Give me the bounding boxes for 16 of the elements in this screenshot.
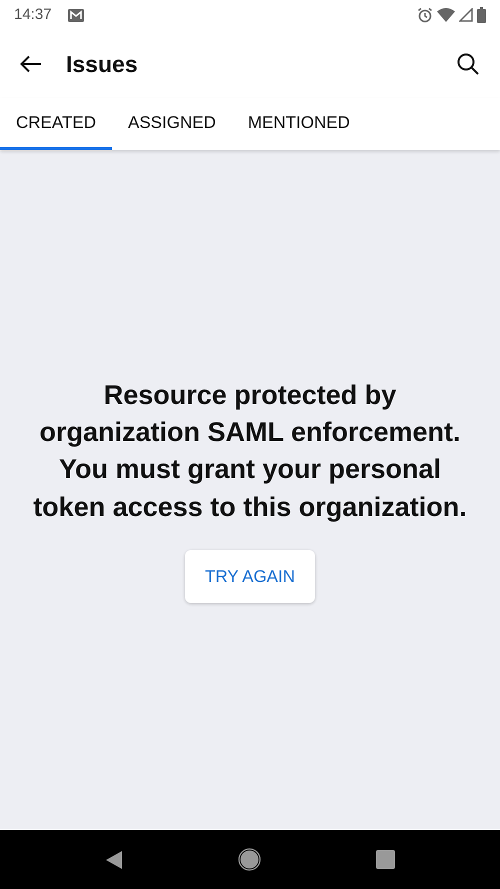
tab[interactable]: MENTIONED: [232, 98, 366, 150]
try-again-button[interactable]: TRY AGAIN: [184, 550, 316, 604]
alarm-icon: [417, 7, 433, 23]
battery-icon: [477, 7, 486, 23]
back-icon[interactable]: [105, 850, 124, 870]
error-message: Resource protected by organization SAML enforcement. You must grant your personal token access to this organization.: [32, 378, 468, 524]
signal-icon: [459, 8, 473, 22]
tab[interactable]: ASSIGNED: [112, 98, 232, 150]
mail-icon: [68, 8, 84, 22]
status-time: 14:37: [14, 4, 52, 25]
home-icon[interactable]: [238, 848, 261, 871]
back-arrow-icon[interactable]: [20, 55, 42, 73]
search-icon[interactable]: [456, 52, 480, 76]
recents-icon[interactable]: [376, 850, 395, 869]
wifi-icon: [437, 8, 455, 22]
screen-title: Issues: [66, 50, 138, 79]
